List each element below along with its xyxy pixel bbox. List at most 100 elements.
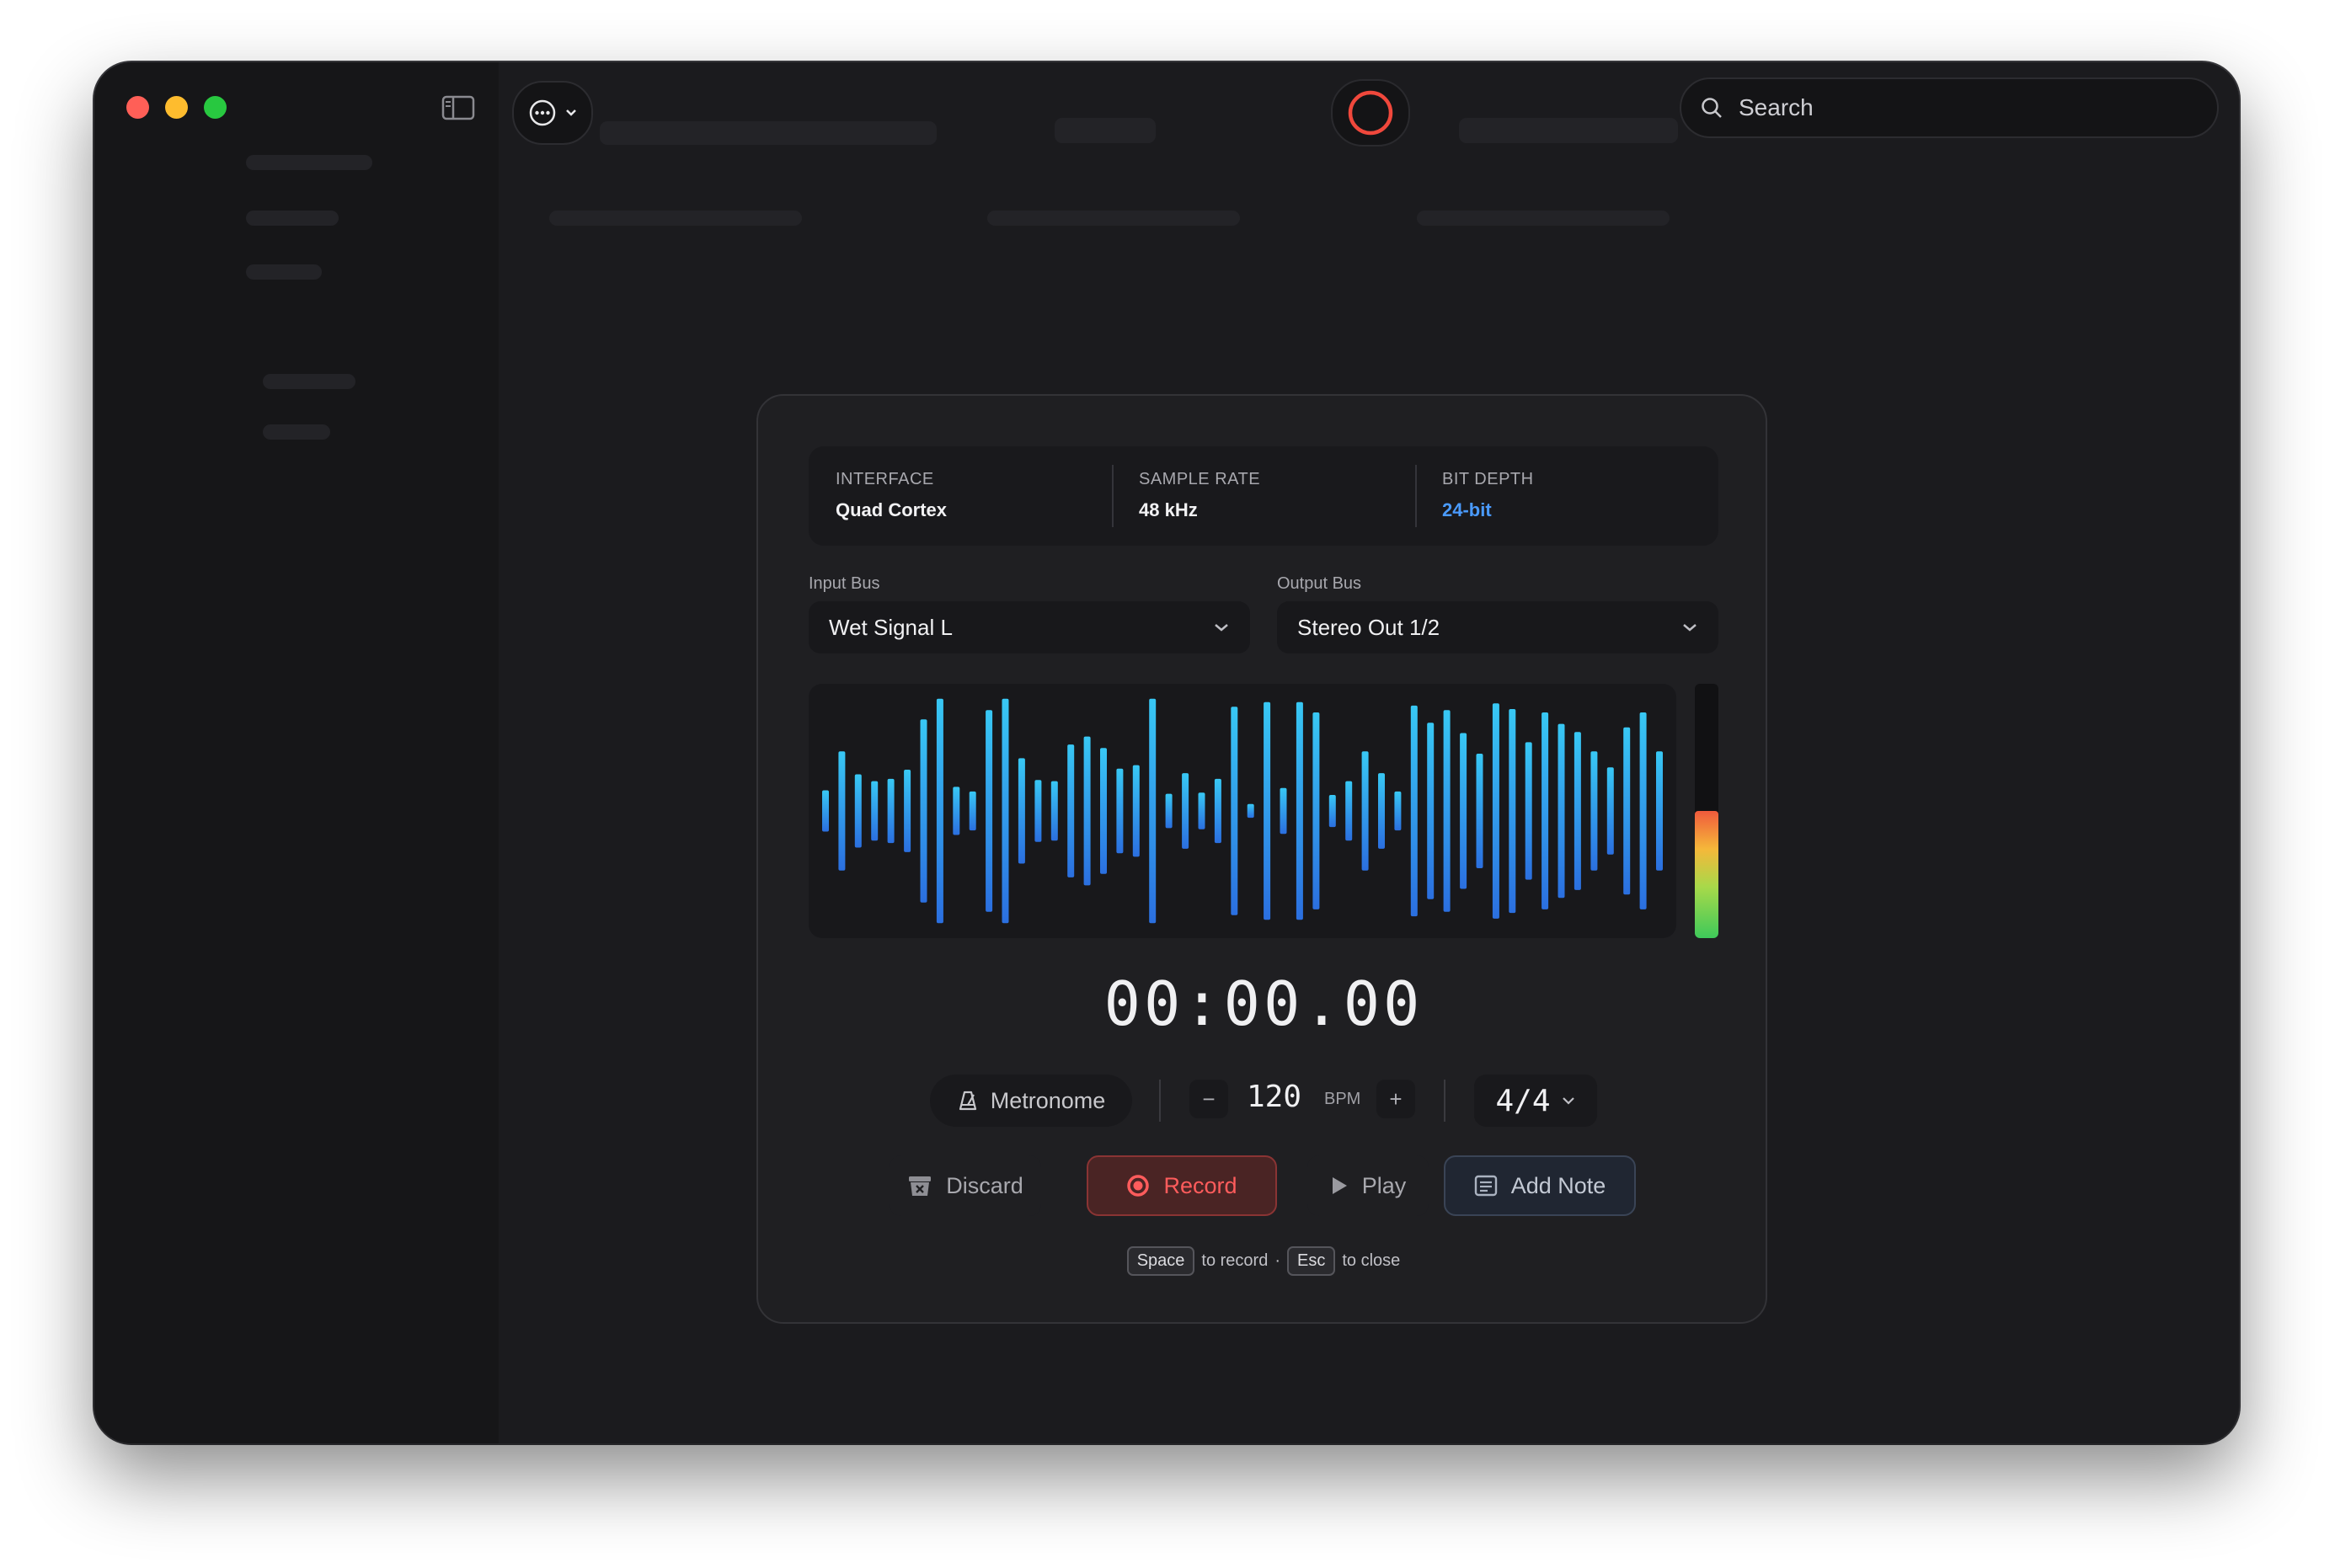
blurred-content: [1459, 118, 1678, 143]
blurred-content: [987, 211, 1240, 226]
waveform-bar: [1018, 758, 1025, 864]
bit-depth-info: BIT DEPTH 24-bit: [1415, 446, 1718, 546]
bit-depth-value: 24-bit: [1442, 499, 1492, 520]
bpm-decrease-button[interactable]: −: [1189, 1080, 1228, 1118]
input-bus-label: Input Bus: [809, 574, 880, 593]
search-icon: [1702, 98, 1722, 118]
waveform-bar: [1492, 703, 1499, 919]
blurred-content: [246, 211, 339, 226]
waveform-bar: [904, 770, 911, 852]
waveform-bar: [1410, 705, 1418, 917]
record-button[interactable]: Record: [1087, 1155, 1277, 1216]
space-key: Space: [1126, 1246, 1195, 1276]
waveform-bar: [1476, 754, 1483, 868]
interface-value: Quad Cortex: [836, 499, 948, 520]
add-note-button[interactable]: Add Note: [1444, 1155, 1636, 1216]
waveform-bar: [1427, 723, 1435, 899]
waveform-bar: [1394, 791, 1402, 831]
waveform-bar: [1231, 707, 1238, 915]
audio-info-panel: INTERFACE Quad Cortex SAMPLE RATE 48 kHz…: [809, 446, 1718, 546]
waveform-bar: [1312, 712, 1320, 909]
waveform-bar: [1460, 733, 1467, 889]
blurred-content: [246, 264, 322, 280]
waveform-bar: [920, 719, 927, 903]
waveform-bar: [1247, 803, 1254, 819]
output-bus-select[interactable]: Stereo Out 1/2: [1277, 601, 1718, 653]
waveform-bar: [1639, 712, 1647, 909]
blurred-content: [1055, 118, 1156, 143]
record-ring-icon: [1348, 90, 1393, 136]
level-meter-fill: [1695, 811, 1718, 938]
metronome-icon: [959, 1091, 976, 1111]
trash-icon: [909, 1176, 932, 1196]
divider: [1159, 1080, 1161, 1122]
blurred-content: [246, 155, 372, 170]
waveform-bar: [1083, 736, 1091, 886]
waveform-bar: [936, 698, 943, 924]
level-meter: [1695, 684, 1718, 938]
waveform: [822, 698, 1663, 924]
note-icon: [1474, 1175, 1497, 1197]
bpm-increase-button[interactable]: +: [1376, 1080, 1415, 1118]
waveform-bar: [1296, 701, 1303, 920]
interface-info: INTERFACE Quad Cortex: [809, 446, 1112, 546]
waveform-bar: [1280, 787, 1287, 835]
waveform-bar: [1050, 781, 1058, 841]
play-icon: [1332, 1177, 1347, 1194]
waveform-bar: [1149, 698, 1157, 924]
chevron-down-icon: [1683, 624, 1696, 632]
waveform-bar: [1214, 778, 1221, 844]
waveform-bar: [1378, 773, 1385, 849]
chevron-down-icon: [1562, 1097, 1574, 1105]
blurred-content: [600, 121, 937, 145]
hint-close-text: to close: [1342, 1251, 1401, 1270]
maximize-window-button[interactable]: [204, 96, 227, 119]
chevron-down-icon: [566, 109, 576, 116]
esc-key: Esc: [1287, 1246, 1336, 1276]
more-actions-button[interactable]: [512, 81, 593, 145]
waveform-bar: [1558, 723, 1565, 899]
minimize-window-button[interactable]: [165, 96, 188, 119]
recording-timer: 00:00.00: [1103, 968, 1424, 1039]
metronome-label: Metronome: [990, 1087, 1106, 1113]
waveform-bar: [1606, 767, 1614, 855]
keyboard-hint: Space to record · Esc to close: [758, 1246, 1769, 1276]
close-window-button[interactable]: [126, 96, 149, 119]
search-field[interactable]: [1680, 77, 2219, 138]
output-bus-value: Stereo Out 1/2: [1297, 614, 1440, 640]
waveform-bar: [1345, 781, 1353, 841]
add-note-label: Add Note: [1510, 1172, 1606, 1198]
hint-separator: ·: [1274, 1251, 1281, 1270]
waveform-bar: [1525, 742, 1532, 880]
waveform-bar: [1002, 698, 1009, 924]
record-label: Record: [1163, 1172, 1237, 1198]
time-signature-select[interactable]: 4/4: [1474, 1075, 1597, 1127]
blurred-content: [549, 211, 802, 226]
waveform-bar: [1165, 793, 1173, 829]
waveform-bar: [1132, 765, 1140, 857]
search-input[interactable]: [1737, 93, 2178, 122]
waveform-bar: [1264, 701, 1271, 920]
record-status-button[interactable]: [1331, 79, 1410, 147]
bpm-value[interactable]: 120: [1247, 1080, 1301, 1114]
metronome-toggle[interactable]: Metronome: [930, 1075, 1132, 1127]
output-bus-label: Output Bus: [1277, 574, 1362, 593]
interface-label: INTERFACE: [836, 470, 934, 488]
sample-rate-value: 48 kHz: [1139, 499, 1198, 520]
waveform-bar: [1656, 751, 1663, 871]
waveform-bar: [1067, 744, 1075, 877]
waveform-bar: [969, 791, 976, 831]
blurred-content: [263, 374, 355, 389]
waveform-bar: [1182, 773, 1189, 849]
waveform-bar: [887, 778, 895, 844]
record-icon: [1127, 1175, 1150, 1197]
sidebar-toggle-icon[interactable]: [440, 93, 477, 123]
input-bus-select[interactable]: Wet Signal L: [809, 601, 1250, 653]
waveform-bar: [1590, 751, 1598, 871]
waveform-bar: [1623, 727, 1631, 895]
blurred-content: [1417, 211, 1670, 226]
waveform-bar: [1542, 712, 1549, 909]
discard-button[interactable]: Discard: [890, 1155, 1041, 1216]
play-button[interactable]: Play: [1307, 1155, 1429, 1216]
record-dialog: INTERFACE Quad Cortex SAMPLE RATE 48 kHz…: [756, 394, 1767, 1324]
